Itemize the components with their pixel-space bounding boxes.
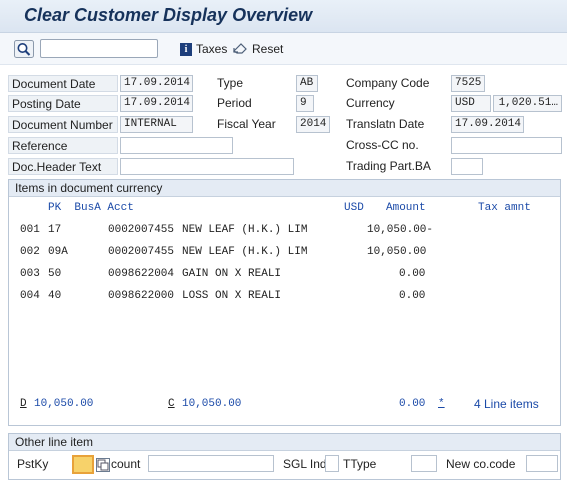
period-field[interactable]: 9	[296, 95, 314, 112]
cross-cc-label: Cross-CC no.	[346, 138, 419, 152]
info-icon: i	[180, 42, 192, 56]
document-date-field[interactable]: 17.09.2014	[120, 75, 193, 92]
account: 0098622004	[108, 268, 175, 280]
account: 0002007455	[108, 246, 175, 258]
col-amount: Amount	[386, 202, 426, 214]
credit-total: 10,050.00	[182, 398, 242, 410]
item-no: 002	[20, 246, 40, 258]
sgl-ind-field[interactable]	[325, 455, 339, 472]
item-no: 003	[20, 268, 40, 280]
table-row[interactable]: 002 09A 0002007455 NEW LEAF (H.K.) LIM 1…	[8, 243, 561, 261]
account-name: NEW LEAF (H.K.) LIM	[182, 246, 308, 258]
debit-total: 10,050.00	[34, 398, 94, 410]
reference-label: Reference	[8, 137, 118, 154]
item-no: 001	[20, 224, 40, 236]
amount: 0.00	[399, 290, 426, 302]
translatn-date-label: Translatn Date	[346, 117, 425, 131]
balance-indicator: *	[438, 398, 445, 410]
doc-header-text-label: Doc.Header Text	[8, 158, 118, 175]
other-line-item-section: Other line item PstKy count SGL Ind TTyp…	[8, 433, 561, 480]
posting-date-label: Posting Date	[8, 95, 118, 112]
posting-key: 17	[48, 224, 62, 236]
table-row[interactable]: 001 17 0002007455 NEW LEAF (H.K.) LIM 10…	[8, 221, 561, 239]
reference-field[interactable]	[120, 137, 233, 154]
account-name: GAIN ON X REALI	[182, 268, 282, 280]
sgl-ind-label: SGL Ind	[283, 457, 327, 471]
item-no: 004	[20, 290, 40, 302]
line-items-count: 4 Line items	[474, 397, 539, 411]
debit-label: D	[20, 398, 27, 410]
amount: 10,050.00-	[367, 224, 434, 236]
type-label: Type	[217, 76, 244, 90]
fiscal-year-field[interactable]: 2014	[296, 116, 330, 133]
fiscal-year-label: Fiscal Year	[217, 117, 276, 131]
document-number-field[interactable]: INTERNAL	[120, 116, 193, 133]
new-cocode-label: New co.code	[446, 457, 516, 471]
credit-label: C	[168, 398, 175, 410]
col-tax-amnt: Tax amnt	[478, 202, 531, 214]
company-code-field[interactable]: 7525	[451, 75, 485, 92]
account: 0002007455	[108, 224, 175, 236]
title-bar: Clear Customer Display Overview	[0, 0, 567, 33]
reset-label: Reset	[252, 42, 284, 56]
posting-key: 40	[48, 290, 62, 302]
trading-part-label: Trading Part.BA	[346, 159, 431, 173]
currency-field[interactable]: USD	[451, 95, 491, 112]
document-number-label: Document Number	[8, 116, 118, 133]
ttype-label: TType	[343, 457, 377, 471]
taxes-button[interactable]: i Taxes	[180, 40, 227, 58]
document-header: Document Date 17.09.2014 Posting Date 17…	[0, 66, 567, 180]
trading-part-field[interactable]	[451, 158, 483, 175]
company-code-label: Company Code	[346, 76, 430, 90]
count-field[interactable]	[148, 455, 274, 472]
pstky-label: PstKy	[17, 457, 49, 471]
col-usd: USD	[344, 202, 364, 214]
currency-label: Currency	[346, 96, 395, 110]
amount: 10,050.00	[367, 246, 427, 258]
reset-button[interactable]: Reset	[232, 40, 283, 58]
table-row[interactable]: 004 40 0098622000 LOSS ON X REALI 0.00	[8, 287, 561, 305]
account-name: NEW LEAF (H.K.) LIM	[182, 224, 308, 236]
document-date-label: Document Date	[8, 75, 118, 92]
new-cocode-field[interactable]	[526, 455, 558, 472]
search-icon[interactable]	[14, 40, 36, 58]
balance: 0.00	[399, 398, 426, 410]
ttype-field[interactable]	[411, 455, 437, 472]
taxes-label: Taxes	[196, 42, 228, 56]
period-label: Period	[217, 96, 252, 110]
posting-key: 50	[48, 268, 62, 280]
account-name: LOSS ON X REALI	[182, 290, 282, 302]
posting-date-field[interactable]: 17.09.2014	[120, 95, 193, 112]
type-field[interactable]: AB	[296, 75, 318, 92]
pstky-field[interactable]	[72, 455, 94, 474]
other-section-title: Other line item	[9, 434, 560, 451]
amount-field[interactable]: 1,020.51…	[493, 95, 562, 112]
cross-cc-field[interactable]	[451, 137, 562, 154]
page-title: Clear Customer Display Overview	[24, 5, 313, 25]
translatn-date-field[interactable]: 17.09.2014	[451, 116, 524, 133]
table-row[interactable]: 003 50 0098622004 GAIN ON X REALI 0.00	[8, 265, 561, 283]
totals-row: D 10,050.00 C 10,050.00 0.00 * 4 Line it…	[8, 395, 561, 411]
items-table: PK BusA Acct USD Amount Tax amnt 001 17 …	[8, 195, 561, 424]
col-pk-busa-acct: PK BusA Acct	[48, 202, 134, 214]
posting-key: 09A	[48, 246, 68, 258]
doc-header-text-field[interactable]	[120, 158, 294, 175]
toolbar-command-field[interactable]	[40, 39, 158, 58]
count-label: count	[111, 457, 141, 471]
reset-icon	[232, 41, 248, 58]
account: 0098622000	[108, 290, 175, 302]
amount: 0.00	[399, 268, 426, 280]
